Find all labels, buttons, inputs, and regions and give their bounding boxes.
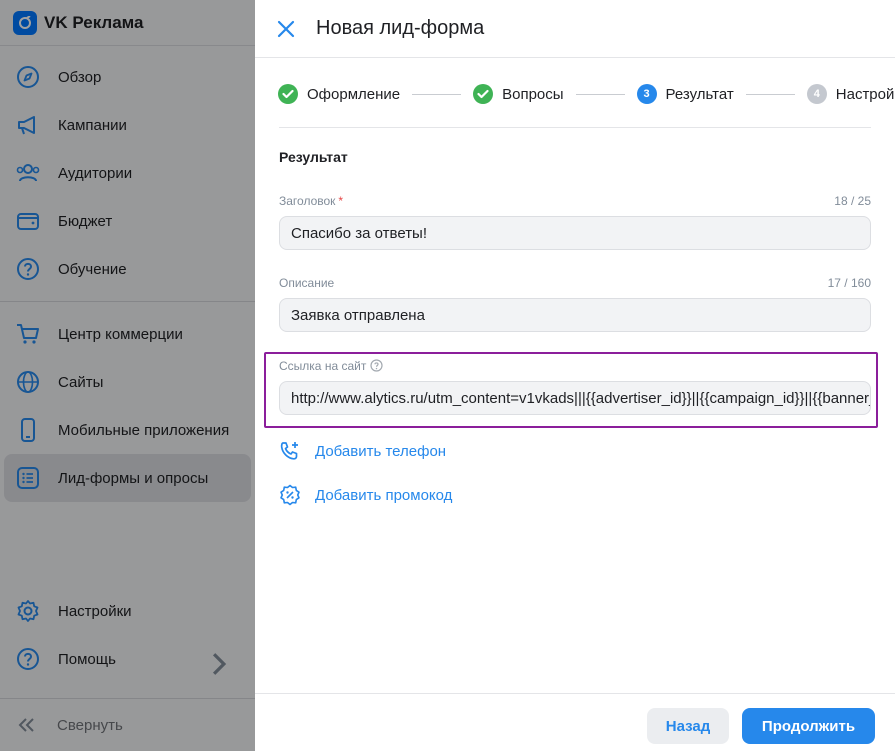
content-divider: [279, 127, 871, 128]
heading-counter: 18 / 25: [834, 194, 871, 208]
panel-header: Новая лид-форма: [255, 0, 895, 58]
required-mark: *: [338, 194, 344, 208]
page-title: Новая лид-форма: [316, 17, 485, 39]
stepper: Оформление Вопросы 3 Результат 4 Настрой…: [278, 83, 895, 105]
step-label: Вопросы: [502, 85, 564, 103]
add-phone-label: Добавить телефон: [315, 442, 447, 460]
panel-footer: Назад Продолжить: [255, 693, 895, 751]
step-connector: [412, 93, 462, 95]
modal-overlay[interactable]: [0, 0, 255, 751]
description-input[interactable]: Заявка отправлена: [279, 298, 871, 332]
heading-field: Заголовок * 18 / 25 Спасибо за ответы!: [279, 194, 871, 250]
step-questions[interactable]: Вопросы: [473, 84, 564, 104]
step-connector: [745, 93, 795, 95]
step-label: Настройки: [835, 85, 895, 103]
step-design[interactable]: Оформление: [278, 84, 400, 104]
check-icon: [473, 84, 494, 104]
add-phone-button[interactable]: Добавить телефон: [279, 440, 446, 462]
step-connector: [575, 93, 625, 95]
phone-add-icon: [280, 442, 298, 460]
add-promo-button[interactable]: Добавить промокод: [279, 484, 452, 506]
step-label: Результат: [665, 85, 734, 103]
heading-label: Заголовок: [279, 194, 336, 208]
description-field: Описание 17 / 160 Заявка отправлена: [279, 276, 871, 332]
step-result[interactable]: 3 Результат: [636, 84, 734, 104]
add-promo-label: Добавить промокод: [315, 486, 453, 504]
heading-input[interactable]: Спасибо за ответы!: [279, 216, 871, 250]
discount-badge-icon: [280, 484, 300, 506]
description-counter: 17 / 160: [827, 276, 871, 290]
section-title: Результат: [279, 149, 348, 165]
check-icon: [278, 84, 298, 104]
site-link-highlight-box: [264, 352, 878, 428]
continue-button[interactable]: Продолжить: [742, 708, 875, 744]
close-icon: [277, 20, 295, 37]
back-button[interactable]: Назад: [647, 708, 729, 744]
step-label: Оформление: [307, 85, 401, 103]
step-number: 4: [806, 84, 827, 104]
close-button[interactable]: [275, 18, 297, 40]
step-number: 3: [636, 84, 657, 104]
description-label: Описание: [279, 276, 335, 290]
step-settings[interactable]: 4 Настройки: [806, 84, 895, 104]
